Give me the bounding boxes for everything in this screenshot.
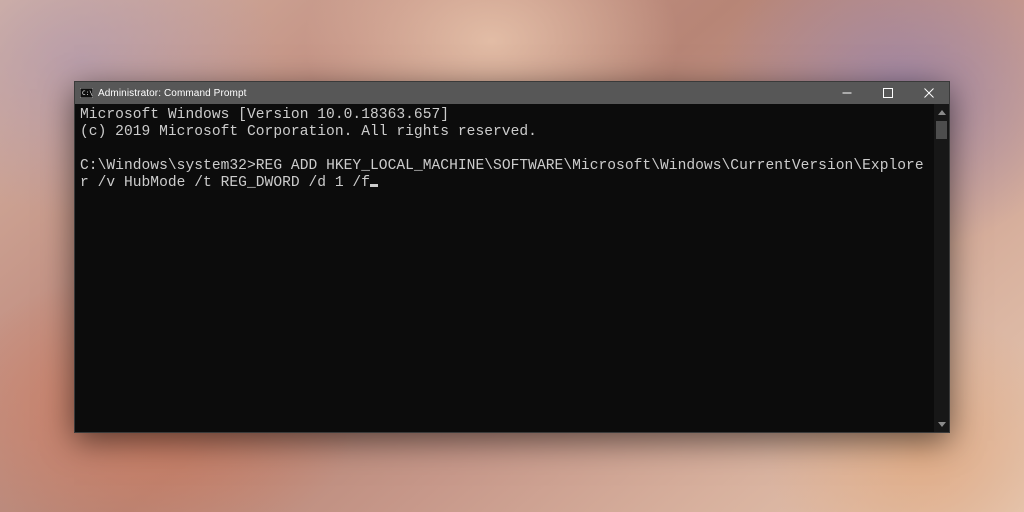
minimize-icon [842, 88, 852, 98]
prompt-text: C:\Windows\system32> [80, 158, 256, 174]
scroll-up-button[interactable] [934, 104, 949, 120]
window-title: Administrator: Command Prompt [98, 88, 247, 99]
titlebar[interactable]: C:\ Administrator: Command Prompt [75, 82, 949, 104]
scroll-down-button[interactable] [934, 416, 949, 432]
close-button[interactable] [908, 82, 949, 104]
version-line: Microsoft Windows [Version 10.0.18363.65… [80, 107, 449, 123]
command-prompt-window: C:\ Administrator: Command Prompt Micros… [74, 81, 950, 433]
scroll-up-icon [938, 110, 946, 115]
copyright-line: (c) 2019 Microsoft Corporation. All righ… [80, 124, 537, 140]
terminal-output: Microsoft Windows [Version 10.0.18363.65… [80, 107, 931, 192]
text-cursor [370, 184, 378, 187]
cmd-icon: C:\ [80, 88, 93, 98]
scroll-thumb[interactable] [936, 121, 947, 139]
scroll-down-icon [938, 422, 946, 427]
maximize-icon [883, 88, 893, 98]
scrollbar[interactable] [934, 104, 949, 432]
minimize-button[interactable] [826, 82, 867, 104]
close-icon [924, 88, 934, 98]
svg-text:C:\: C:\ [82, 90, 93, 97]
terminal-body[interactable]: Microsoft Windows [Version 10.0.18363.65… [75, 104, 949, 432]
maximize-button[interactable] [867, 82, 908, 104]
